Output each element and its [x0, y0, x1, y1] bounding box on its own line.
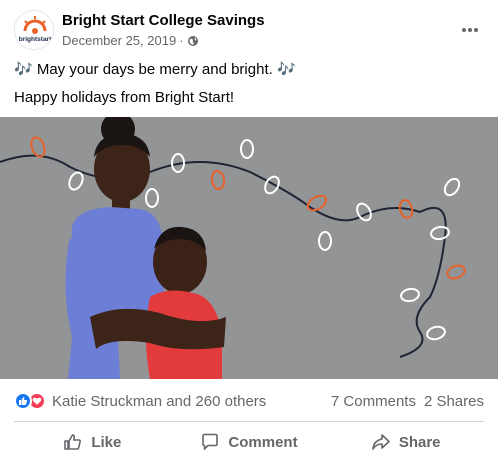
post-meta: December 25, 2019 ·	[62, 33, 199, 48]
speech-bubble-icon	[202, 433, 219, 450]
facebook-post: brightstart Bright Start College Savings…	[0, 0, 498, 468]
thumbs-up-icon	[64, 434, 82, 450]
share-button[interactable]: Share	[327, 424, 484, 460]
message-line: 🎶 May your days be merry and bright. 🎶	[14, 61, 296, 78]
like-label: Like	[91, 433, 122, 451]
bright-start-logo: brightstart	[15, 11, 53, 49]
share-arrow-icon	[372, 434, 390, 450]
comment-label: Comment	[228, 433, 298, 451]
shares-count-link[interactable]: 2 Shares	[424, 393, 484, 410]
share-label: Share	[398, 433, 441, 451]
heart-glyph	[32, 397, 42, 405]
message-line: Happy holidays from Bright Start!	[14, 89, 235, 106]
post-photo[interactable]	[0, 117, 498, 379]
actions-divider	[14, 421, 484, 422]
post-actions: Like Comment Share	[14, 424, 484, 460]
post-stats: Katie Struckman and 260 others 7 Comment…	[14, 388, 484, 414]
meta-separator: ·	[179, 33, 184, 48]
post-header: brightstart Bright Start College Savings…	[14, 10, 484, 54]
holiday-photo	[0, 117, 498, 379]
logo-wordmark: brightstart	[19, 36, 52, 43]
comments-count-link[interactable]: 7 Comments	[331, 393, 416, 410]
page-avatar[interactable]: brightstart	[14, 10, 54, 50]
comment-button[interactable]: Comment	[171, 424, 328, 460]
engagement-counts: 7 Comments 2 Shares	[331, 393, 484, 410]
like-button[interactable]: Like	[14, 424, 171, 460]
post-message: 🎶 May your days be merry and bright. 🎶 H…	[14, 60, 484, 116]
reaction-summary[interactable]	[14, 392, 46, 410]
page-name-link[interactable]: Bright Start College Savings	[62, 12, 265, 29]
globe-icon	[187, 35, 198, 46]
thumbs-up-glyph	[19, 397, 28, 405]
post-date[interactable]: December 25, 2019	[62, 33, 176, 48]
like-reaction-icon	[14, 392, 32, 410]
more-options-icon	[462, 28, 478, 32]
more-options-button[interactable]	[456, 16, 484, 44]
reactors-link[interactable]: Katie Struckman and 260 others	[52, 393, 266, 410]
